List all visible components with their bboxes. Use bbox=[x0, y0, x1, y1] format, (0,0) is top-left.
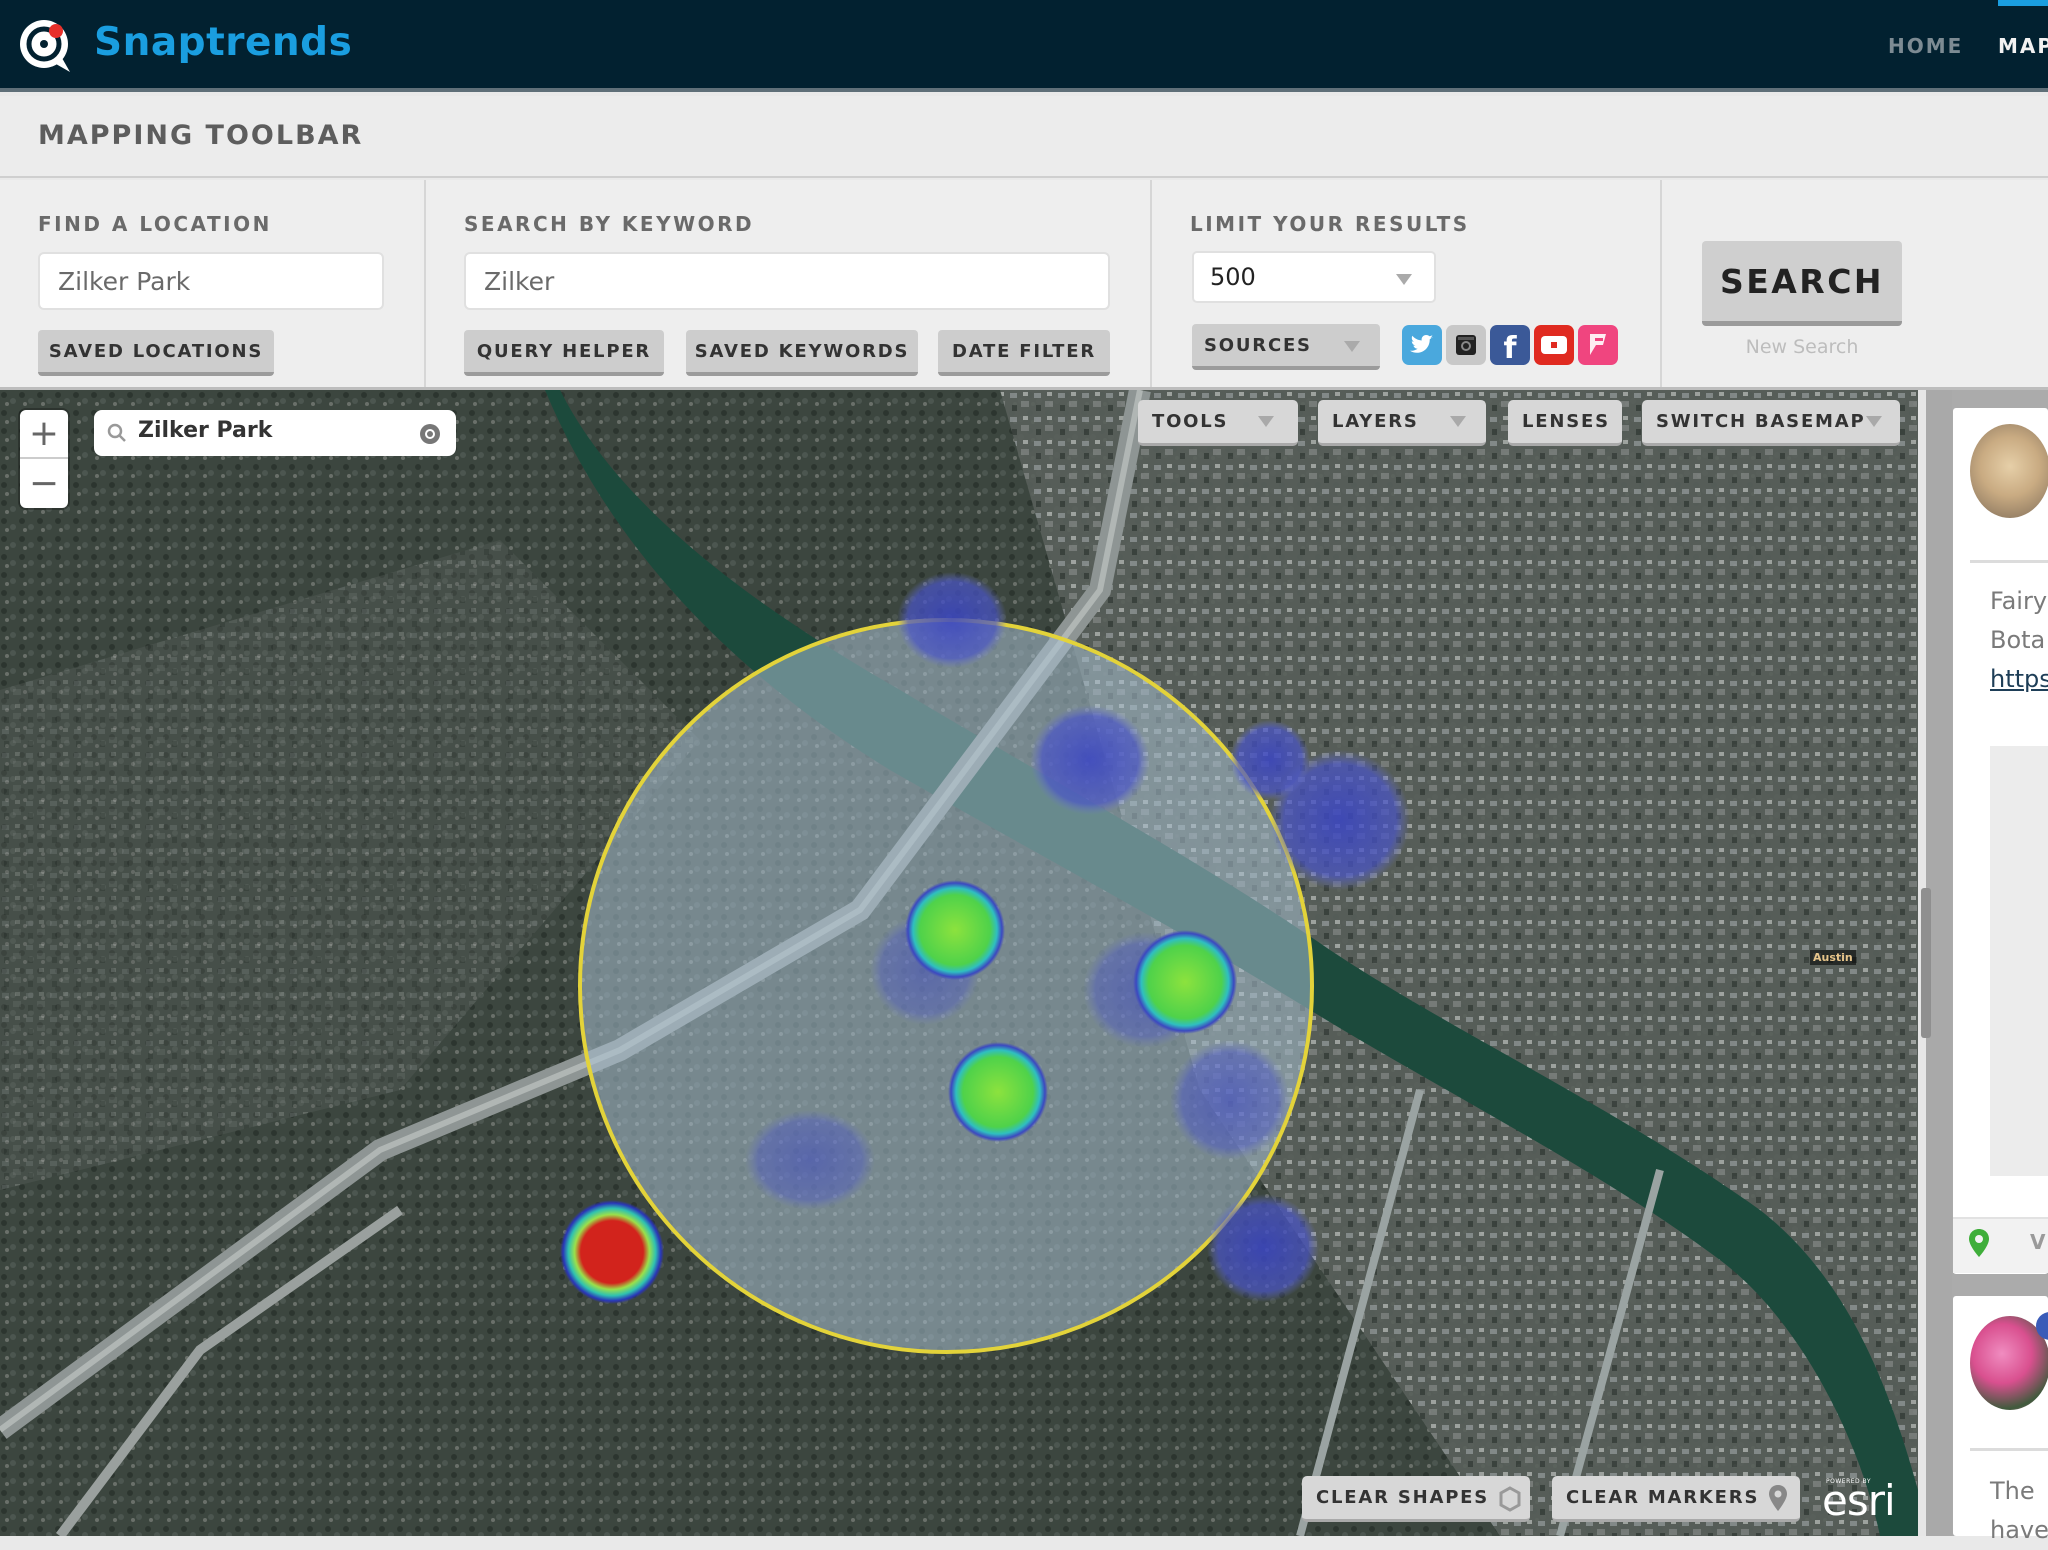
switch-basemap-label: SWITCH BASEMAP bbox=[1656, 411, 1866, 432]
chevron-down-icon bbox=[1344, 341, 1360, 352]
layers-dropdown[interactable]: LAYERS bbox=[1318, 400, 1486, 446]
chevron-down-icon bbox=[1396, 274, 1412, 285]
esri-attribution[interactable]: esri bbox=[1822, 1476, 1896, 1525]
location-input[interactable]: Zilker Park bbox=[38, 252, 384, 310]
sources-label: SOURCES bbox=[1204, 334, 1312, 356]
heat-spot-medium bbox=[905, 880, 1005, 980]
brand-name[interactable]: Snaptrends bbox=[94, 20, 352, 65]
new-search-link[interactable]: New Search bbox=[1702, 336, 1902, 358]
twitter-source-icon[interactable] bbox=[1402, 325, 1442, 365]
heat-spot-high bbox=[560, 1200, 664, 1304]
query-helper-button[interactable]: QUERY HELPER bbox=[464, 330, 664, 376]
post-divider bbox=[1970, 560, 2048, 563]
post-text-line: Bota bbox=[1990, 626, 2046, 654]
heat-spot-low bbox=[1030, 705, 1150, 815]
clear-search-icon[interactable] bbox=[418, 422, 442, 446]
post-divider bbox=[1970, 1448, 2048, 1451]
marker-icon bbox=[1769, 1485, 1787, 1511]
satellite-basemap bbox=[0, 390, 1918, 1536]
post-avatar[interactable] bbox=[1970, 424, 2048, 518]
facebook-source-icon[interactable]: f bbox=[1490, 325, 1530, 366]
heat-spot-medium bbox=[1133, 930, 1237, 1034]
toolbar-title: MAPPING TOOLBAR bbox=[38, 120, 364, 151]
heat-spot-low bbox=[1207, 1194, 1319, 1302]
map-search-box[interactable]: Zilker Park bbox=[94, 410, 456, 456]
clear-shapes-button[interactable]: CLEAR SHAPES bbox=[1302, 1476, 1530, 1522]
search-icon bbox=[107, 423, 126, 442]
top-nav: Snaptrends HOME MAP bbox=[0, 0, 2048, 92]
nav-home[interactable]: HOME bbox=[1888, 34, 1963, 58]
view-on-map-link[interactable]: VI bbox=[2030, 1230, 2048, 1254]
post-text-line: The bbox=[1990, 1477, 2035, 1505]
clear-markers-label: CLEAR MARKERS bbox=[1566, 1487, 1760, 1508]
nav-active-indicator bbox=[1998, 0, 2048, 6]
location-pin-icon bbox=[1969, 1229, 1989, 1257]
youtube-source-icon[interactable] bbox=[1534, 325, 1574, 365]
saved-keywords-button[interactable]: SAVED KEYWORDS bbox=[686, 330, 918, 376]
foursquare-source-icon[interactable] bbox=[1578, 325, 1618, 365]
sources-dropdown[interactable]: SOURCES bbox=[1192, 324, 1380, 370]
panel-resize-handle[interactable] bbox=[1921, 888, 1931, 1038]
zoom-out-button[interactable]: − bbox=[20, 459, 68, 508]
result-limit-select[interactable]: 500 bbox=[1192, 251, 1436, 303]
lenses-label: LENSES bbox=[1522, 411, 1610, 432]
heat-spot-low bbox=[897, 572, 1007, 668]
tools-dropdown[interactable]: TOOLS bbox=[1138, 400, 1298, 446]
lenses-button[interactable]: LENSES bbox=[1508, 400, 1622, 446]
find-location-label: FIND A LOCATION bbox=[38, 212, 272, 236]
heat-spot-low bbox=[1230, 720, 1310, 800]
clear-shapes-label: CLEAR SHAPES bbox=[1316, 1487, 1490, 1508]
heat-spot-low bbox=[1170, 1040, 1290, 1160]
tools-label: TOOLS bbox=[1152, 411, 1229, 432]
shape-icon bbox=[1499, 1486, 1521, 1512]
date-filter-button[interactable]: DATE FILTER bbox=[938, 330, 1110, 376]
heat-spot-medium bbox=[948, 1042, 1048, 1142]
heat-spot-low bbox=[745, 1110, 875, 1210]
chevron-down-icon bbox=[1866, 416, 1882, 427]
post-media[interactable] bbox=[1990, 746, 2048, 1176]
clear-markers-button[interactable]: CLEAR MARKERS bbox=[1552, 1476, 1800, 1522]
chevron-down-icon bbox=[1258, 416, 1274, 427]
chevron-down-icon bbox=[1450, 416, 1466, 427]
map-search-value: Zilker Park bbox=[138, 418, 273, 443]
search-button[interactable]: SEARCH bbox=[1702, 241, 1902, 326]
limit-label: LIMIT YOUR RESULTS bbox=[1190, 212, 1470, 236]
toolbar-header: MAPPING TOOLBAR bbox=[0, 96, 2048, 178]
post-link[interactable]: https: bbox=[1990, 660, 2048, 699]
keyword-label: SEARCH BY KEYWORD bbox=[464, 212, 755, 236]
location-input-value: Zilker Park bbox=[58, 266, 191, 296]
result-limit-value: 500 bbox=[1210, 263, 1256, 291]
map-view[interactable]: Austin + − Zilker Park TOOLS LAYERS LENS… bbox=[0, 390, 1918, 1536]
keyword-input-value: Zilker bbox=[484, 266, 555, 296]
instagram-source-icon[interactable] bbox=[1446, 325, 1486, 365]
nav-map[interactable]: MAP bbox=[1998, 34, 2048, 58]
map-label-austin: Austin bbox=[1810, 950, 1856, 965]
saved-locations-button[interactable]: SAVED LOCATIONS bbox=[38, 330, 274, 376]
layers-label: LAYERS bbox=[1332, 411, 1419, 432]
snaptrends-logo-icon bbox=[20, 20, 70, 72]
post-text-line: have bbox=[1990, 1516, 2048, 1544]
post-text-line: Fairy bbox=[1990, 587, 2048, 615]
keyword-input[interactable]: Zilker bbox=[464, 252, 1110, 310]
zoom-in-button[interactable]: + bbox=[20, 410, 68, 459]
zoom-control: + − bbox=[20, 410, 68, 508]
switch-basemap-dropdown[interactable]: SWITCH BASEMAP bbox=[1642, 400, 1900, 446]
